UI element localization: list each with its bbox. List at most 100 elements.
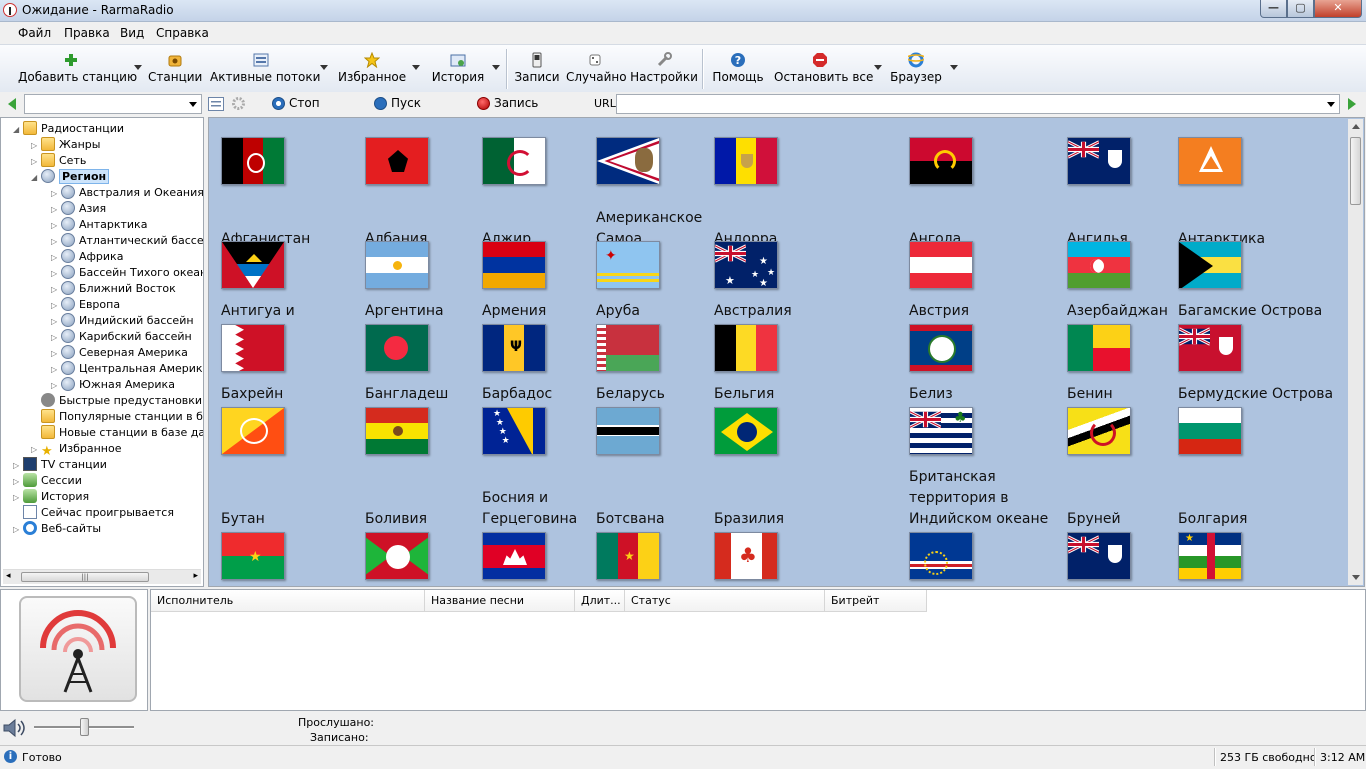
country-flag-icon[interactable] xyxy=(909,324,973,372)
burkina-faso-flag-icon[interactable]: ★ xyxy=(221,532,285,580)
country-flag-icon[interactable] xyxy=(596,324,660,372)
tree-node[interactable]: Популярные станции в базе данных xyxy=(31,409,203,425)
track-history-table[interactable]: Исполнитель Название песни Длит... Стату… xyxy=(150,589,1366,711)
column-status[interactable]: Статус xyxy=(625,590,825,612)
grid-vertical-scrollbar[interactable] xyxy=(1348,119,1363,585)
back-arrow-icon[interactable] xyxy=(6,97,18,111)
tree-node[interactable]: ▷ Южная Америка xyxy=(51,377,175,393)
add-station-dropdown-arrow[interactable] xyxy=(134,65,142,70)
expand-arrow-icon[interactable]: ▷ xyxy=(51,282,61,298)
tree-node[interactable]: ▷ Веб-сайты xyxy=(13,521,101,537)
country-flag-icon[interactable] xyxy=(909,241,973,289)
tree-node[interactable]: ▷ Индийский бассейн xyxy=(51,313,194,329)
expand-arrow-icon[interactable]: ▷ xyxy=(31,138,41,154)
country-flag-icon[interactable] xyxy=(714,407,778,455)
cameroon-flag-icon[interactable]: ★ xyxy=(596,532,660,580)
tree-node[interactable]: ▷ Бассейн Тихого океана xyxy=(51,265,203,282)
column-song-title[interactable]: Название песни xyxy=(425,590,575,612)
browser-button[interactable]: Браузер xyxy=(890,49,942,89)
column-duration[interactable]: Длит... xyxy=(575,590,625,612)
country-flag-icon[interactable] xyxy=(714,137,778,185)
country-flag-icon[interactable] xyxy=(1067,137,1131,185)
help-button[interactable]: ? Помощь xyxy=(710,49,766,89)
expand-arrow-icon[interactable]: ▷ xyxy=(51,378,61,394)
scroll-right-arrow-icon[interactable]: ▸ xyxy=(193,571,198,581)
tree-node[interactable]: ◢ Радиостанции xyxy=(13,121,124,137)
tree-node[interactable]: ▷ TV станции xyxy=(13,457,107,473)
tree-node[interactable]: ▷ Сессии xyxy=(13,473,82,489)
country-flag-icon[interactable] xyxy=(365,241,429,289)
expand-arrow-icon[interactable]: ▷ xyxy=(13,490,23,506)
menu-help[interactable]: Справка xyxy=(156,26,209,40)
navigation-tree[interactable]: ◢ Радиостанции ▷ Жанры ▷ Сеть ◢ Регион ▷ Австрали… xyxy=(0,117,204,587)
recordings-button[interactable]: Записи xyxy=(514,49,560,89)
expand-arrow-icon[interactable]: ▷ xyxy=(13,458,23,474)
country-flag-icon[interactable] xyxy=(596,137,660,185)
cayman-islands-flag-icon[interactable] xyxy=(1067,532,1131,580)
country-flag-icon[interactable] xyxy=(596,407,660,455)
country-flag-icon[interactable] xyxy=(714,324,778,372)
grid-scroll-thumb[interactable] xyxy=(1350,137,1361,205)
tree-node[interactable]: ▷ Африка xyxy=(51,249,123,265)
forward-arrow-icon[interactable] xyxy=(1346,97,1358,111)
scroll-down-arrow-icon[interactable] xyxy=(1352,575,1360,580)
column-bitrate[interactable]: Битрейт xyxy=(825,590,927,612)
rarmaradio-app-icon[interactable] xyxy=(3,3,17,17)
record-button[interactable]: Запись xyxy=(477,96,538,110)
stop-all-button[interactable]: Остановить все xyxy=(774,49,873,89)
tree-node[interactable]: ◢ Регион xyxy=(31,169,110,185)
country-flag-icon[interactable]: ★ ★ ★ ★ xyxy=(482,407,546,455)
country-flag-icon[interactable] xyxy=(365,137,429,185)
country-flag-icon[interactable] xyxy=(365,324,429,372)
expand-arrow-icon[interactable]: ▷ xyxy=(13,522,23,538)
expand-arrow-icon[interactable]: ▷ xyxy=(51,330,61,346)
play-button[interactable]: Пуск xyxy=(374,96,421,110)
tree-scroll-thumb[interactable]: ||| xyxy=(21,572,149,582)
tree-node[interactable]: ▷ Карибский бассейн xyxy=(51,329,192,345)
country-flag-icon[interactable]: ★ ★ ★ ★ ★ xyxy=(714,241,778,289)
country-flag-icon[interactable] xyxy=(909,137,973,185)
tree-horizontal-scrollbar[interactable]: ◂ ||| ▸ xyxy=(3,569,201,584)
tree-node[interactable]: ▷ Атлантический бассейн xyxy=(51,233,203,250)
tree-node[interactable]: ▷ Жанры xyxy=(31,137,100,153)
country-flag-icon[interactable] xyxy=(482,241,546,289)
country-flag-icon[interactable] xyxy=(482,137,546,185)
speaker-icon[interactable] xyxy=(3,718,27,738)
column-artist[interactable]: Исполнитель xyxy=(151,590,425,612)
country-flag-icon[interactable] xyxy=(365,407,429,455)
expand-arrow-icon[interactable]: ▷ xyxy=(31,154,41,170)
history-dropdown-arrow[interactable] xyxy=(492,65,500,70)
close-button[interactable]: ✕ xyxy=(1314,0,1362,18)
settings-button[interactable]: Настройки xyxy=(630,49,698,89)
tree-node[interactable]: Новые станции в базе данных xyxy=(31,425,203,441)
country-flag-icon[interactable]: ✦ xyxy=(596,241,660,289)
tree-node[interactable]: Сейчас проигрывается xyxy=(13,505,174,521)
tree-node[interactable]: Быстрые предустановки xyxy=(31,393,202,409)
country-flag-icon[interactable] xyxy=(1067,324,1131,372)
random-button[interactable]: Случайно xyxy=(566,49,627,89)
expand-arrow-icon[interactable]: ▷ xyxy=(51,266,61,282)
active-streams-button[interactable]: Активные потоки xyxy=(210,49,320,89)
url-input[interactable] xyxy=(616,94,1340,114)
stations-button[interactable]: Станции xyxy=(148,49,202,89)
central-african-republic-flag-icon[interactable]: ★ xyxy=(1178,532,1242,580)
stop-button[interactable]: Стоп xyxy=(272,96,320,110)
expand-arrow-icon[interactable]: ▷ xyxy=(51,234,61,250)
add-station-button[interactable]: Добавить станцию xyxy=(18,49,137,89)
tree-node[interactable]: ▷ Антарктика xyxy=(51,217,147,233)
menu-edit[interactable]: Правка xyxy=(64,26,110,40)
canada-flag-icon[interactable]: ♣ xyxy=(714,532,778,580)
country-flag-icon[interactable]: Ψ xyxy=(482,324,546,372)
expand-arrow-icon[interactable]: ▷ xyxy=(51,186,61,202)
volume-slider-thumb[interactable] xyxy=(80,718,89,736)
tree-node[interactable]: ▷ Сеть xyxy=(31,153,86,169)
country-flag-icon[interactable] xyxy=(1067,241,1131,289)
scroll-up-arrow-icon[interactable] xyxy=(1352,124,1360,129)
country-flag-icon[interactable] xyxy=(1178,407,1242,455)
country-flag-icon[interactable] xyxy=(1178,241,1242,289)
tree-node[interactable]: ▷ История xyxy=(13,489,89,505)
cambodia-flag-icon[interactable] xyxy=(482,532,546,580)
history-button[interactable]: История xyxy=(430,49,486,89)
favorites-button[interactable]: Избранное xyxy=(338,49,406,89)
country-flag-icon[interactable] xyxy=(1067,407,1131,455)
